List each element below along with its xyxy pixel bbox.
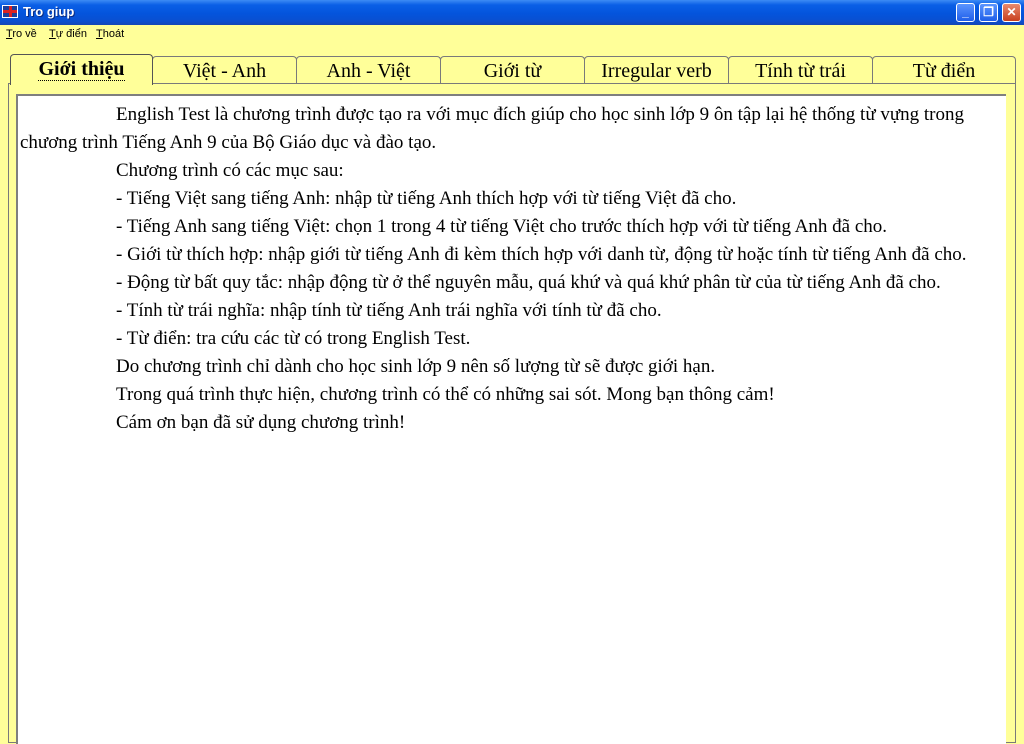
- help-text-area[interactable]: English Test là chương trình được tạo ra…: [16, 94, 1006, 744]
- help-paragraph: - Tiếng Việt sang tiếng Anh: nhập từ tiế…: [116, 188, 737, 209]
- help-paragraph: - Tính từ trái nghĩa: nhập tính từ tiếng…: [116, 300, 662, 321]
- tab-tu-dien[interactable]: Từ điển: [872, 56, 1016, 84]
- help-paragraph: Trong quá trình thực hiện, chương trình …: [116, 384, 775, 405]
- tab-tinh-tu-trai[interactable]: Tính từ trái: [728, 56, 873, 84]
- window-title: Tro giup: [23, 4, 75, 19]
- help-paragraph: - Từ điển: tra cứu các từ có trong Engli…: [116, 328, 471, 349]
- help-paragraph: Cám ơn bạn đã sử dụng chương trình!: [116, 412, 406, 433]
- tab-gioi-tu[interactable]: Giới từ: [440, 56, 585, 84]
- help-paragraph: English Test là chương trình được tạo ra…: [20, 104, 965, 153]
- maximize-button[interactable]: ❐: [979, 3, 998, 22]
- tab-viet-anh[interactable]: Việt - Anh: [152, 56, 297, 84]
- tab-strip: Giới thiệu Việt - Anh Anh - Việt Giới từ…: [8, 54, 1016, 85]
- menu-thoat[interactable]: Thoát: [96, 28, 124, 40]
- help-paragraph: Do chương trình chỉ dành cho học sinh lớ…: [116, 356, 716, 377]
- help-paragraph: Chương trình có các mục sau:: [116, 160, 344, 181]
- menu-bar: Tro về Tự điển Thoát: [0, 25, 1024, 45]
- tab-irregular-verb[interactable]: Irregular verb: [584, 56, 729, 84]
- title-bar: Tro giup _ ❐ ✕: [0, 0, 1024, 25]
- tab-anh-viet[interactable]: Anh - Việt: [296, 56, 441, 84]
- tab-gioi-thieu[interactable]: Giới thiệu: [10, 54, 153, 85]
- help-paragraph: - Tiếng Anh sang tiếng Việt: chọn 1 tron…: [116, 216, 888, 237]
- close-button[interactable]: ✕: [1002, 3, 1021, 22]
- help-paragraph: - Giới từ thích hợp: nhập giới từ tiếng …: [116, 244, 967, 265]
- help-paragraph: - Động từ bất quy tắc: nhập động từ ở th…: [116, 272, 941, 293]
- minimize-button[interactable]: _: [956, 3, 975, 22]
- app-flag-icon: [2, 5, 18, 18]
- menu-tro-ve[interactable]: Tro về: [6, 28, 37, 40]
- menu-tu-dien[interactable]: Tự điển: [49, 28, 87, 40]
